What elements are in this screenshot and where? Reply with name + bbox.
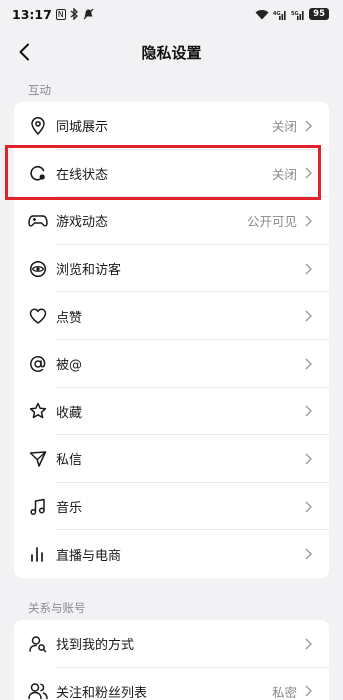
header: 隐私设置 bbox=[0, 28, 343, 76]
chevron-right-icon bbox=[305, 309, 315, 323]
bluetooth-icon bbox=[70, 8, 79, 20]
settings-row-value: 私密 bbox=[271, 684, 297, 700]
settings-row-label: 在线状态 bbox=[56, 167, 109, 183]
back-button[interactable] bbox=[8, 36, 40, 68]
send-icon bbox=[28, 449, 48, 469]
mute-icon bbox=[83, 8, 94, 20]
chevron-right-icon bbox=[305, 119, 315, 133]
section-title-relationships-and-account: 关系与账号 bbox=[28, 600, 86, 615]
chevron-right-icon bbox=[305, 404, 315, 418]
chevron-right-icon bbox=[305, 500, 315, 514]
settings-row-direct-messages[interactable]: 私信 bbox=[14, 435, 329, 483]
chevron-right-icon bbox=[305, 547, 315, 561]
user-search-icon bbox=[28, 634, 48, 654]
signal-4g-icon: 4G bbox=[273, 9, 287, 20]
bar-chart-icon bbox=[28, 544, 48, 564]
status-bar: 13:17 N 4G 5G 95 bbox=[0, 0, 343, 28]
settings-row-label: 同城展示 bbox=[56, 120, 109, 136]
chevron-right-icon bbox=[305, 357, 315, 371]
section-title-interaction: 互动 bbox=[28, 83, 51, 97]
star-icon bbox=[28, 401, 48, 421]
settings-row-music[interactable]: 音乐 bbox=[14, 483, 329, 531]
users-icon bbox=[28, 681, 48, 700]
settings-row-label: 被@ bbox=[56, 358, 83, 374]
heart-icon bbox=[28, 306, 48, 326]
eye-icon bbox=[28, 259, 48, 279]
chevron-right-icon bbox=[305, 684, 315, 698]
settings-row-label: 浏览和访客 bbox=[56, 263, 122, 279]
settings-card-relationships: 找到我的方式 关注和粉丝列表 私密 bbox=[14, 619, 329, 700]
settings-row-game-activity[interactable]: 游戏动态 公开可见 bbox=[14, 197, 329, 245]
svg-text:4G: 4G bbox=[273, 11, 281, 17]
settings-row-label: 私信 bbox=[56, 453, 83, 469]
status-bar-right: 4G 5G 95 bbox=[255, 8, 329, 20]
chevron-right-icon bbox=[305, 214, 315, 228]
settings-row-label: 收藏 bbox=[56, 405, 83, 421]
settings-row-value: 关闭 bbox=[271, 119, 297, 135]
settings-row-label: 直播与电商 bbox=[56, 548, 122, 564]
settings-row-label: 音乐 bbox=[56, 501, 83, 517]
location-pin-icon bbox=[28, 116, 48, 136]
settings-row-views-and-visitors[interactable]: 浏览和访客 bbox=[14, 245, 329, 293]
chevron-right-icon bbox=[305, 166, 315, 180]
settings-card-interaction: 同城展示 关闭 在线状态 关闭 游戏动态 公开可见 浏览和访客 点赞 被@ 收藏… bbox=[14, 102, 329, 578]
signal-5g-icon: 5G bbox=[291, 9, 305, 20]
wifi-icon bbox=[255, 9, 269, 20]
settings-row-label: 游戏动态 bbox=[56, 215, 109, 231]
settings-row-value: 公开可见 bbox=[246, 214, 297, 230]
settings-row-nearby-display[interactable]: 同城展示 关闭 bbox=[14, 102, 329, 150]
status-time: 13:17 bbox=[12, 6, 52, 22]
settings-row-live-and-ecommerce[interactable]: 直播与电商 bbox=[14, 530, 329, 578]
settings-row-value: 关闭 bbox=[271, 166, 297, 182]
chevron-right-icon bbox=[305, 262, 315, 276]
status-bar-left: 13:17 N bbox=[12, 7, 94, 22]
online-status-icon bbox=[28, 163, 48, 183]
settings-row-likes[interactable]: 点赞 bbox=[14, 292, 329, 340]
settings-row-favorites[interactable]: 收藏 bbox=[14, 388, 329, 436]
chevron-left-icon bbox=[19, 43, 29, 61]
settings-row-online-status[interactable]: 在线状态 关闭 bbox=[14, 150, 329, 198]
settings-row-following-and-followers[interactable]: 关注和粉丝列表 私密 bbox=[14, 668, 329, 700]
settings-row-label: 找到我的方式 bbox=[56, 638, 135, 654]
chevron-right-icon bbox=[305, 637, 315, 651]
chevron-right-icon bbox=[305, 452, 315, 466]
page-title: 隐私设置 bbox=[141, 43, 202, 62]
settings-row-ways-to-find-me[interactable]: 找到我的方式 bbox=[14, 620, 329, 668]
battery-indicator: 95 bbox=[309, 8, 329, 20]
nfc-icon: N bbox=[55, 8, 66, 20]
at-icon bbox=[28, 354, 48, 374]
music-note-icon bbox=[28, 497, 48, 517]
gamepad-icon bbox=[28, 211, 48, 231]
settings-row-mentions[interactable]: 被@ bbox=[14, 340, 329, 388]
settings-row-label: 关注和粉丝列表 bbox=[56, 685, 148, 700]
svg-text:5G: 5G bbox=[291, 11, 299, 17]
settings-row-label: 点赞 bbox=[56, 310, 83, 326]
